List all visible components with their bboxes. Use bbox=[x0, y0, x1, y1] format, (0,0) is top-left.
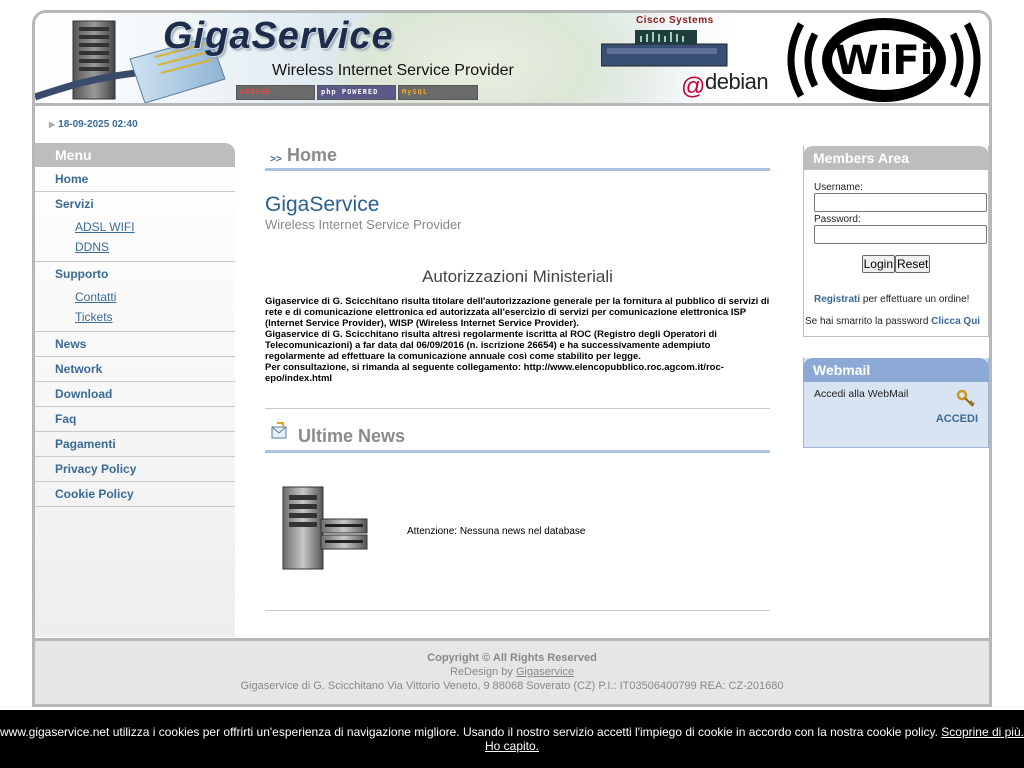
page-frame: GigaService Wireless Internet Service Pr… bbox=[32, 10, 992, 707]
debian-logo: debian bbox=[705, 69, 769, 94]
double-arrow-icon: >> bbox=[270, 154, 282, 165]
username-label: Username: bbox=[814, 182, 863, 193]
register-link[interactable]: Registrati bbox=[814, 294, 860, 305]
powered-by-badges: APACHE php POWERED MySQL bbox=[236, 85, 478, 100]
login-buttons: Login Reset bbox=[804, 255, 988, 273]
date-time-text: 18-09-2025 02:40 bbox=[58, 119, 138, 130]
news-envelope-icon bbox=[271, 422, 287, 439]
webmail-box: Webmail Accedi alla WebMail ACCEDI bbox=[803, 358, 989, 448]
php-badge: php POWERED bbox=[317, 85, 396, 100]
menu-item-cookie-policy[interactable]: Cookie Policy bbox=[35, 482, 235, 507]
lost-password-text: Se hai smarrito la password bbox=[805, 316, 932, 327]
auth-paragraph: Per consultazione, si rimanda al seguent… bbox=[265, 362, 724, 384]
menu-item-network[interactable]: Network bbox=[35, 357, 235, 382]
cookie-banner: www.gigaservice.net utilizza i cookies p… bbox=[0, 710, 1024, 768]
cookie-text: www.gigaservice.net utilizza i cookies p… bbox=[0, 725, 942, 739]
debian-swirl-icon: @ bbox=[681, 73, 706, 100]
cookie-more-link[interactable]: Scoprine di più. bbox=[941, 725, 1024, 739]
redesign-credit: ReDesign by Gigaservice bbox=[35, 666, 989, 678]
main-content: >> Home GigaService Wireless Internet Se… bbox=[265, 143, 770, 637]
left-menu: Menu Home Servizi ADSL WIFI DDNS Support… bbox=[35, 143, 235, 637]
footer: Copyright © All Rights Reserved ReDesign… bbox=[35, 638, 989, 704]
site-tagline: Wireless Internet Service Provider bbox=[265, 217, 462, 232]
menu-item-news[interactable]: News bbox=[35, 332, 235, 357]
company-address: Gigaservice di G. Scicchitano Via Vittor… bbox=[240, 680, 784, 692]
login-button[interactable]: Login bbox=[861, 255, 895, 273]
auth-paragraph: Gigaservice di G. Scicchitano risulta ti… bbox=[265, 296, 770, 329]
menu-item-download[interactable]: Download bbox=[35, 382, 235, 407]
divider bbox=[265, 610, 770, 611]
cookie-accept-link[interactable]: Ho capito. bbox=[485, 739, 539, 753]
cisco-logo: Cisco Systems bbox=[636, 15, 714, 26]
register-line: Registrati per effettuare un ordine! bbox=[814, 294, 988, 305]
password-input[interactable] bbox=[814, 225, 987, 244]
site-banner: GigaService Wireless Internet Service Pr… bbox=[35, 13, 989, 106]
authorizations-title: Autorizzazioni Ministeriali bbox=[422, 267, 613, 286]
menu-item-privacy-policy[interactable]: Privacy Policy bbox=[35, 457, 235, 482]
menu-heading: Menu bbox=[35, 143, 235, 167]
redesign-link[interactable]: Gigaservice bbox=[516, 666, 574, 678]
apache-badge: APACHE bbox=[236, 85, 315, 100]
news-empty-message: Attenzione: Nessuna news nel database bbox=[407, 526, 586, 537]
news-header: Ultime News bbox=[265, 422, 770, 453]
triangle-bullet-icon: ▶ bbox=[49, 120, 56, 129]
menu-group-servizi: Servizi ADSL WIFI DDNS bbox=[35, 192, 235, 262]
menu-item-faq[interactable]: Faq bbox=[35, 407, 235, 432]
menu-item-servizi[interactable]: Servizi bbox=[55, 197, 235, 213]
divider bbox=[265, 408, 770, 409]
menu-item-home[interactable]: Home bbox=[35, 167, 235, 192]
members-area-heading: Members Area bbox=[803, 146, 989, 170]
members-area-box: Members Area Username: Password: Login Re… bbox=[803, 146, 989, 337]
banner-subtitle: Wireless Internet Service Provider bbox=[272, 62, 514, 79]
lost-password-line: Se hai smarrito la password Clicca Qui bbox=[805, 316, 988, 327]
webmail-heading: Webmail bbox=[803, 358, 989, 382]
menu-subitem-adsl-wifi[interactable]: ADSL WIFI bbox=[55, 217, 235, 237]
date-time: ▶ 18-09-2025 02:40 bbox=[49, 119, 138, 130]
authorizations-text: Gigaservice di G. Scicchitano risulta ti… bbox=[265, 296, 770, 384]
redesign-prefix: ReDesign by bbox=[449, 666, 516, 678]
section-header: >> Home bbox=[265, 143, 770, 171]
wifi-logo: WiFi bbox=[787, 18, 981, 102]
key-icon bbox=[956, 389, 975, 407]
password-label: Password: bbox=[814, 214, 861, 225]
menu-group-supporto: Supporto Contatti Tickets bbox=[35, 262, 235, 332]
register-text: per effettuare un ordine! bbox=[860, 294, 970, 305]
username-input[interactable] bbox=[814, 193, 987, 212]
router-image bbox=[601, 30, 728, 67]
mysql-badge: MySQL bbox=[398, 85, 478, 100]
webmail-access-link[interactable]: ACCEDI bbox=[936, 413, 978, 425]
menu-subitem-contatti[interactable]: Contatti bbox=[55, 287, 235, 307]
menu-subitem-tickets[interactable]: Tickets bbox=[55, 307, 235, 327]
lost-password-link[interactable]: Clicca Qui bbox=[931, 316, 980, 327]
reset-button[interactable]: Reset bbox=[895, 255, 931, 273]
copyright: Copyright © All Rights Reserved bbox=[427, 652, 597, 664]
menu-item-supporto[interactable]: Supporto bbox=[55, 267, 235, 283]
server-image bbox=[282, 486, 368, 570]
menu-item-pagamenti[interactable]: Pagamenti bbox=[35, 432, 235, 457]
site-name: GigaService bbox=[265, 193, 380, 216]
menu-subitem-ddns[interactable]: DDNS bbox=[55, 237, 235, 257]
banner-title: GigaService bbox=[163, 15, 394, 57]
page-title: Home bbox=[287, 145, 338, 165]
auth-paragraph: Gigaservice di G. Scicchitano risulta al… bbox=[265, 329, 717, 362]
news-title: Ultime News bbox=[298, 426, 406, 446]
wifi-text: WiFi bbox=[835, 38, 934, 84]
